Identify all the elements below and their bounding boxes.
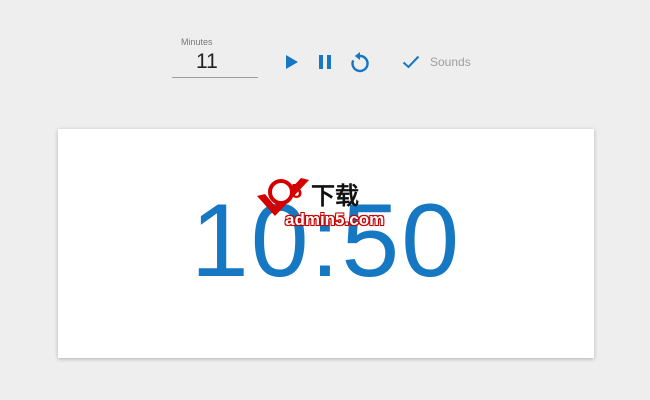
play-icon bbox=[286, 55, 298, 69]
watermark-logo: 5 下载 admin5.com bbox=[253, 172, 403, 230]
watermark-site: admin5.com bbox=[285, 210, 385, 229]
play-button[interactable] bbox=[280, 49, 304, 75]
svg-text:5: 5 bbox=[291, 181, 302, 203]
sounds-label: Sounds bbox=[430, 55, 471, 69]
reset-icon bbox=[351, 52, 369, 73]
pause-button[interactable] bbox=[313, 49, 337, 75]
minutes-label: Minutes bbox=[181, 37, 213, 47]
minutes-field[interactable]: Minutes bbox=[172, 37, 258, 81]
check-icon bbox=[402, 55, 420, 69]
pause-icon bbox=[319, 55, 331, 69]
timer-card: 10:50 bbox=[58, 129, 594, 358]
reset-button[interactable] bbox=[348, 49, 372, 75]
toolbar: Minutes Sounds bbox=[0, 0, 650, 110]
sounds-toggle[interactable]: Sounds bbox=[402, 50, 471, 74]
watermark-cn: 下载 bbox=[311, 183, 359, 210]
minutes-input[interactable] bbox=[172, 50, 258, 78]
